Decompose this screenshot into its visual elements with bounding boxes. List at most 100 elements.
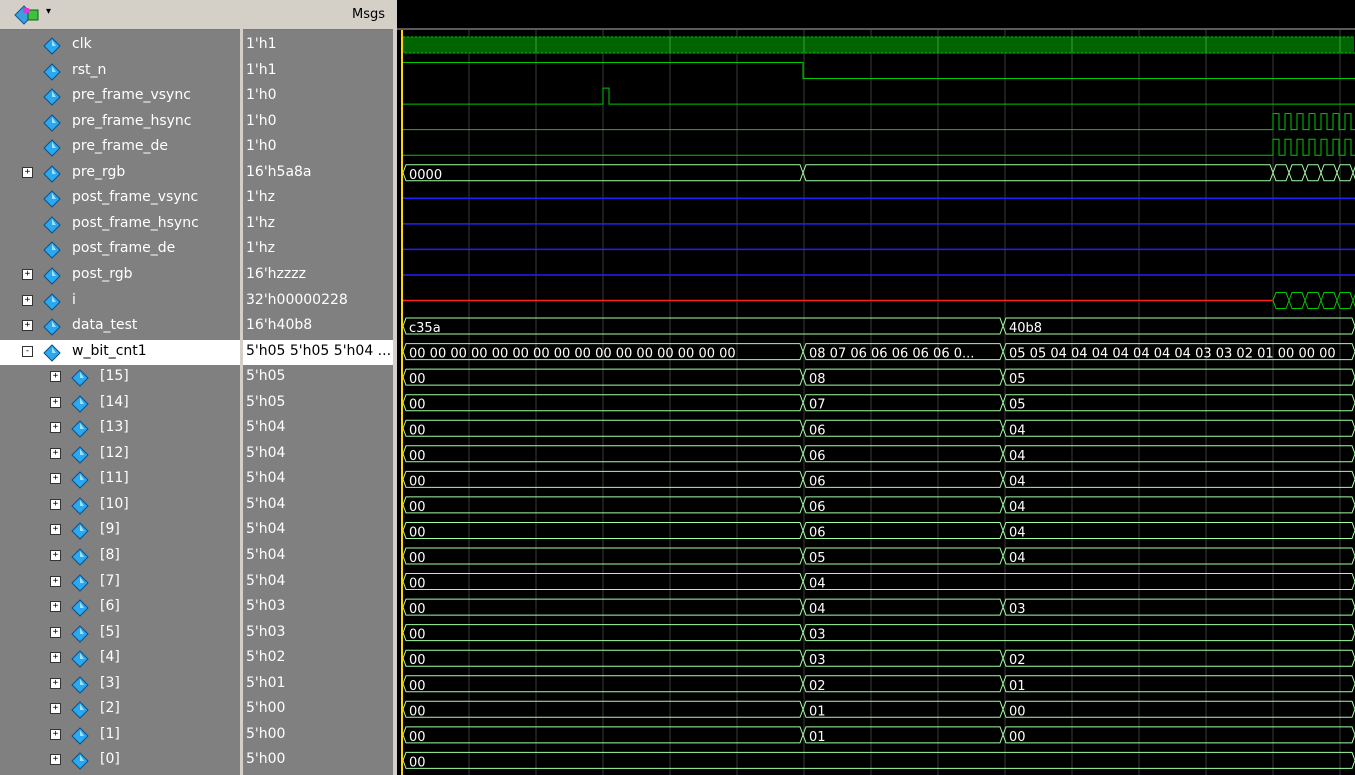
signal-row[interactable]: + [13] [0,416,240,441]
signal-value-row[interactable]: 5'h04 [243,493,393,518]
expand-icon[interactable]: + [50,396,61,408]
expand-icon[interactable]: + [50,601,61,613]
signal-value-row[interactable]: 5'h05 5'h05 5'h04 ... [243,339,393,365]
expand-icon[interactable]: + [50,754,61,766]
signal-value-row[interactable]: 5'h02 [243,646,393,671]
signal-value-row[interactable]: 5'h05 [243,391,393,416]
signal-value-row[interactable]: 1'h0 [243,84,393,109]
bus-value-label: 05 [1009,372,1026,387]
signal-row[interactable]: pre_frame_hsync [0,110,240,135]
expand-icon[interactable]: + [50,422,61,434]
bus-value-label: 08 07 06 06 06 06 06 0... [809,347,974,362]
signal-row[interactable]: + [1] [0,723,240,748]
signal-value-row[interactable]: 32'h00000228 [243,289,393,314]
signal-row[interactable]: + data_test [0,314,240,339]
expand-icon[interactable]: + [50,498,61,510]
signal-name: post_rgb [72,265,133,282]
signal-row[interactable]: + post_rgb [0,263,240,288]
expand-icon[interactable]: + [50,550,61,561]
expand-icon[interactable]: + [22,294,33,306]
expand-icon[interactable]: + [50,524,61,536]
signal-row[interactable]: post_frame_hsync [0,212,240,237]
signal-value-row[interactable]: 5'h04 [243,544,393,569]
signal-value: 5'h04 [246,419,286,436]
signal-value-row[interactable]: 5'h04 [243,416,393,441]
expand-icon[interactable]: + [50,677,61,689]
signal-value: 5'h04 [246,547,286,563]
signal-row[interactable]: + [3] [0,672,240,697]
signal-value-row[interactable]: 5'h03 [243,595,393,620]
signal-value-row[interactable]: 5'h00 [243,697,393,722]
signal-row[interactable]: + i [0,289,240,314]
signal-value-row[interactable]: 16'h5a8a [243,161,393,186]
signal-value-row[interactable]: 1'hz [243,237,393,262]
waveform-canvas[interactable]: 0000c35a 40b800 00 00 00 00 00 00 00 00 0… [397,30,1355,775]
expand-icon[interactable]: + [22,320,33,332]
signal-value: 16'hzzzz [246,265,306,282]
diamond-icon [42,165,62,187]
signal-row[interactable]: + [4] [0,646,240,671]
signal-row[interactable]: + [6] [0,595,240,620]
signal-value: 16'h40b8 [246,317,313,334]
expand-icon[interactable]: + [50,626,61,638]
signal-value: 5'h03 [246,598,286,615]
signal-value-row[interactable]: 5'h04 [243,467,393,492]
signal-row[interactable]: + [10] [0,493,240,518]
bus-value-label: 07 [809,398,826,413]
signal-name: [15] [100,368,129,385]
wave-toolbar-icon[interactable] [14,5,42,29]
signal-value-row[interactable]: 5'h00 [243,748,393,773]
expand-icon[interactable]: + [22,166,33,178]
signal-row[interactable]: + [12] [0,442,240,467]
signal-value-row[interactable]: 1'hz [243,212,393,237]
signal-row[interactable]: post_frame_vsync [0,186,240,211]
expand-icon[interactable]: + [50,371,61,383]
chevron-down-icon[interactable]: ▾ [46,6,51,17]
signal-row[interactable]: rst_n [0,59,240,84]
signal-value-row[interactable]: 5'h01 [243,672,393,697]
expand-icon[interactable]: + [22,268,33,280]
signal-row[interactable]: + [8] [0,544,240,569]
signal-value-row[interactable]: 1'hz [243,186,393,211]
collapse-icon[interactable]: - [22,345,33,357]
signal-row[interactable]: + [11] [0,467,240,492]
signal-row[interactable]: + pre_rgb [0,161,240,186]
signal-name: [12] [100,444,129,461]
expand-icon[interactable]: + [50,652,61,664]
bus-value-label: 04 [1009,525,1026,540]
signal-value-row[interactable]: 5'h04 [243,518,393,543]
bus-segment [802,598,1004,616]
expand-icon[interactable]: + [50,575,61,587]
signal-value-row[interactable]: 1'h0 [243,135,393,160]
expand-icon[interactable]: + [50,473,61,485]
signal-value-row[interactable]: 1'h1 [243,33,393,58]
signal-value-row[interactable]: 16'hzzzz [243,263,393,288]
signal-value-row[interactable]: 5'h03 [243,621,393,646]
signal-row[interactable]: + [15] [0,365,240,390]
signal-row[interactable]: + [14] [0,391,240,416]
expand-icon[interactable]: + [50,447,61,459]
signal-row[interactable]: + [7] [0,570,240,595]
signal-value-row[interactable]: 5'h04 [243,442,393,467]
signal-row[interactable]: clk [0,33,240,58]
diamond-icon [42,62,62,85]
signal-row[interactable]: pre_frame_de [0,135,240,160]
bus-value-label: 01 [1009,679,1026,694]
signal-row[interactable]: post_frame_de [0,237,240,262]
signal-row[interactable]: + [2] [0,697,240,722]
signal-row[interactable]: pre_frame_vsync [0,84,240,109]
signal-value-row[interactable]: 1'h1 [243,59,393,84]
signal-value: 5'h04 [246,521,286,538]
signal-value-row[interactable]: 5'h05 [243,365,393,390]
signal-value-row[interactable]: 5'h00 [243,723,393,748]
signal-value-row[interactable]: 16'h40b8 [243,314,393,339]
expand-icon[interactable]: + [50,703,61,715]
signal-value-row[interactable]: 1'h0 [243,110,393,135]
signal-row[interactable]: + [0] [0,748,240,773]
signal-value-row[interactable]: 5'h04 [243,570,393,595]
signal-name: [6] [100,598,120,615]
signal-row[interactable]: + [9] [0,518,240,543]
signal-row[interactable]: - w_bit_cnt1 [0,339,240,365]
expand-icon[interactable]: + [50,728,61,740]
signal-row[interactable]: + [5] [0,621,240,646]
